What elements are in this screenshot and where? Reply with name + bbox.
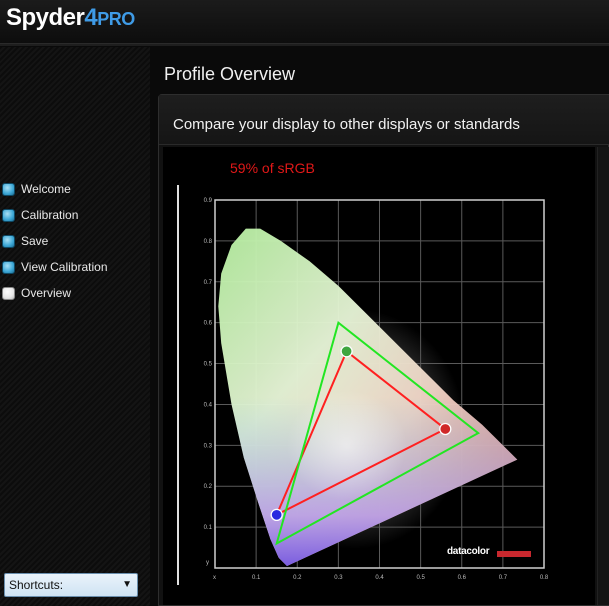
step-bullet-icon: [2, 234, 15, 248]
y-tick-label: 0.9: [204, 198, 213, 204]
sidebar-item-welcome[interactable]: Welcome: [2, 176, 150, 202]
datacolor-logo-bar: [497, 551, 531, 557]
chevron-down-icon: ▼: [122, 579, 132, 590]
y-tick-label: 0.8: [204, 239, 213, 245]
green-primary-point: [340, 345, 353, 358]
y-tick-label: 0.5: [204, 362, 213, 368]
y-tick-label: 0.4: [204, 402, 213, 408]
gamut-percentage-label: 59% of sRGB: [230, 160, 315, 176]
panel-header: Compare your display to other displays o…: [159, 95, 609, 145]
step-bullet-icon: [2, 260, 15, 274]
sidebar-item-label: Welcome: [21, 182, 71, 196]
sidebar-item-calibration[interactable]: Calibration: [2, 202, 150, 228]
x-tick-label: 0.2: [293, 575, 302, 581]
y-tick-label: 0.7: [204, 280, 213, 286]
blue-primary-point: [270, 508, 283, 521]
title-bar: Spyder4PRO: [0, 0, 609, 44]
y-axis-label: y: [206, 560, 209, 566]
x-tick-label: 0.5: [416, 575, 425, 581]
x-tick-label: 0.3: [334, 575, 343, 581]
sidebar-nav: Welcome Calibration Save View Calibratio…: [2, 176, 150, 306]
step-bullet-icon: [2, 208, 15, 222]
red-primary-point: [439, 422, 452, 436]
app-logo: Spyder4PRO: [6, 4, 135, 31]
x-tick-label: 0.1: [252, 575, 261, 581]
step-bullet-active-icon: [2, 286, 15, 300]
sidebar-item-label: Save: [21, 234, 49, 248]
shortcuts-label: Shortcuts:: [9, 578, 64, 592]
x-tick-label: 0.7: [499, 575, 508, 581]
datacolor-logo: datacolor: [447, 546, 490, 557]
sidebar-item-save[interactable]: Save: [2, 228, 150, 254]
sidebar-item-label: Overview: [21, 286, 72, 300]
x-tick-label: 0.4: [375, 575, 384, 581]
step-bullet-icon: [2, 182, 15, 196]
scrollbar[interactable]: [597, 147, 609, 605]
shortcuts-dropdown[interactable]: Shortcuts: ▼: [4, 573, 138, 597]
x-tick-label: 0.8: [540, 575, 549, 581]
sidebar-item-view-calibration[interactable]: View Calibration: [2, 254, 150, 280]
y-tick-label: 0.2: [204, 484, 213, 490]
page-title: Profile Overview: [164, 64, 296, 84]
y-tick-label: 0.3: [204, 443, 213, 449]
sidebar-item-overview[interactable]: Overview: [2, 280, 150, 306]
sidebar: [0, 47, 150, 606]
divider-line: [177, 185, 179, 585]
sidebar-item-label: Calibration: [21, 208, 79, 222]
y-tick-label: 0.6: [204, 321, 213, 327]
y-tick-label: 0.1: [204, 525, 213, 531]
panel-heading: Compare your display to other displays o…: [173, 116, 520, 133]
x-tick-label: 0.6: [458, 575, 467, 581]
cie-chromaticity-chart: 0.1 0.2 0.3 0.4 0.5 0.6 0.7 0.8 0.1 0.2 0.3 0.4 0.5 0…: [204, 198, 549, 581]
sidebar-item-label: View Calibration: [21, 260, 108, 274]
x-axis-label: x: [213, 575, 216, 581]
